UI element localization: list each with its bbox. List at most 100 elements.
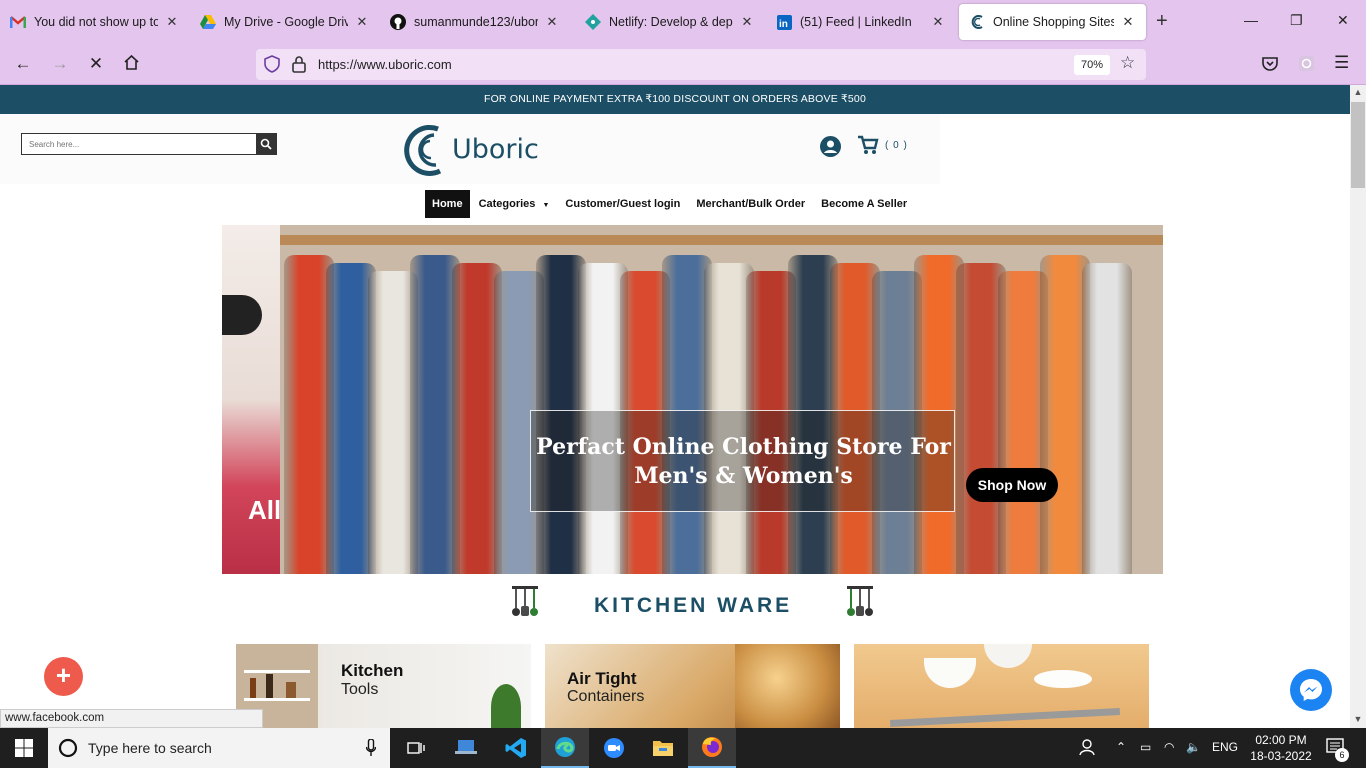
back-arrow-icon[interactable]: ← [12,54,34,74]
task-view-icon [407,742,425,754]
people-icon[interactable] [1078,738,1096,759]
plant-image [491,684,521,730]
nav-become-seller[interactable]: Become A Seller [814,190,914,218]
nav-customer-login[interactable]: Customer/Guest login [558,190,687,218]
zoom-level[interactable]: 70% [1074,55,1110,75]
forward-arrow-icon[interactable]: → [49,54,71,74]
tab-linkedin[interactable]: in (51) Feed | LinkedIn ✕ [766,4,956,40]
hanging-garment [1082,263,1132,574]
kitchen-utensils-icon [512,586,538,616]
volume-icon[interactable]: 🔈 [1186,740,1201,754]
url-text[interactable]: https://www.uboric.com [318,57,452,72]
home-icon[interactable] [120,54,142,76]
promo-banner: FOR ONLINE PAYMENT EXTRA ₹100 DISCOUNT O… [0,85,1350,114]
logo-text: Uboric [452,133,539,165]
caret-down-icon: ▼ [542,202,550,209]
taskbar-app-zoom[interactable] [590,728,638,768]
messenger-icon [1300,679,1322,701]
lock-icon[interactable] [292,55,306,73]
card-subtitle: Containers [567,688,645,705]
clock-time: 02:00 PM [1255,733,1307,747]
clock-date: 18-03-2022 [1250,749,1312,763]
tab-google-drive[interactable]: My Drive - Google Drive ✕ [190,4,380,40]
hero-carousel[interactable]: All Perfact Online Clothing Store For Me… [222,225,1163,574]
card-subtitle: Tools [341,681,379,698]
tab-gmail[interactable]: You did not show up to y ✕ [0,4,190,40]
messenger-chat-button[interactable] [1290,669,1332,711]
linkedin-icon: in [776,14,792,30]
windows-start-button[interactable] [0,728,48,768]
stop-loading-icon[interactable]: ✕ [85,54,107,74]
close-icon[interactable]: ✕ [739,14,755,30]
nav-categories-label: Categories [478,198,536,210]
site-logo[interactable]: Uboric [400,120,550,178]
bookmark-star-icon[interactable]: ☆ [1120,53,1135,73]
cart-count: ( 0 ) [885,139,908,151]
scroll-down-arrow-icon[interactable]: ▼ [1350,714,1366,724]
close-icon[interactable]: ✕ [1120,14,1136,30]
netlify-icon [585,14,601,30]
nav-home[interactable]: Home [425,190,470,218]
scrollbar-thumb[interactable] [1351,102,1365,188]
taskbar-app-file-explorer[interactable] [639,728,687,768]
tab-uboric[interactable]: Online Shopping Sites in ✕ [959,4,1146,40]
tab-title: sumanmunde123/uboric [414,15,538,29]
shield-icon[interactable] [264,55,280,73]
pocket-icon[interactable] [1262,56,1278,76]
search-input[interactable] [22,134,256,155]
taskbar-search-box[interactable]: Type here to search [48,728,390,768]
pot-image [222,295,262,335]
battery-icon[interactable]: ▭ [1140,740,1151,754]
search-icon [260,138,272,150]
uboric-icon [969,14,985,30]
system-clock[interactable]: 02:00 PM 18-03-2022 [1248,732,1314,764]
extension-icon[interactable] [1298,55,1315,77]
restore-button[interactable]: ❐ [1290,12,1303,29]
microphone-icon[interactable] [366,739,376,757]
task-view-button[interactable] [392,728,440,768]
gmail-icon [10,14,26,30]
tab-netlify[interactable]: Netlify: Develop & deploy ✕ [575,4,765,40]
nav-categories[interactable]: Categories ▼ [472,190,557,218]
floating-add-button[interactable]: + [44,657,83,696]
taskbar-search-placeholder: Type here to search [88,740,212,756]
close-window-button[interactable]: ✕ [1337,12,1349,29]
shop-now-button[interactable]: Shop Now [966,468,1058,502]
cart-icon [858,135,879,154]
tab-title: (51) Feed | LinkedIn [800,15,912,29]
url-bar[interactable]: https://www.uboric.com 70% ☆ [256,49,1146,80]
close-icon[interactable]: ✕ [164,14,180,30]
cutlery-image [889,707,1121,728]
new-tab-button[interactable]: + [1156,10,1168,33]
scroll-up-arrow-icon[interactable]: ▲ [1350,87,1366,97]
nav-merchant-bulk-order[interactable]: Merchant/Bulk Order [689,190,812,218]
edge-icon [555,737,575,757]
cart[interactable]: ( 0 ) [857,135,908,155]
category-card-air-tight-containers[interactable]: Air Tight Containers [545,644,840,730]
hero-caption-line2: Men's & Women's [634,463,853,489]
taskbar-app-edge[interactable] [541,728,589,768]
close-icon[interactable]: ✕ [930,14,946,30]
menu-icon[interactable]: ☰ [1334,53,1349,73]
svg-text:in: in [779,19,788,30]
taskbar-app-vscode[interactable] [492,728,540,768]
category-card-kitchen-tools[interactable]: Kitchen Tools [236,644,531,730]
browser-tab-bar: You did not show up to y ✕ My Drive - Go… [0,0,1366,44]
language-indicator[interactable]: ENG [1212,740,1238,754]
close-icon[interactable]: ✕ [354,14,370,30]
search-button[interactable] [256,134,276,154]
card-title: Kitchen [341,661,404,680]
taskbar-app-weather[interactable] [442,728,490,768]
taskbar-app-firefox[interactable] [688,728,736,768]
user-account-icon[interactable] [820,136,841,162]
github-icon [390,14,406,30]
chevron-up-icon[interactable]: ⌃ [1116,740,1126,754]
notification-count-badge: 6 [1335,748,1349,762]
close-icon[interactable]: ✕ [544,14,560,30]
category-card-dinnerware[interactable] [854,644,1149,730]
container-image [735,644,840,730]
tab-github[interactable]: sumanmunde123/uboric ✕ [380,4,570,40]
windows-taskbar: Type here to search ⌃ ▭ ◠ 🔈 ENG 02:00 PM… [0,728,1366,768]
minimize-button[interactable]: — [1244,12,1258,28]
wifi-icon[interactable]: ◠ [1164,740,1174,754]
